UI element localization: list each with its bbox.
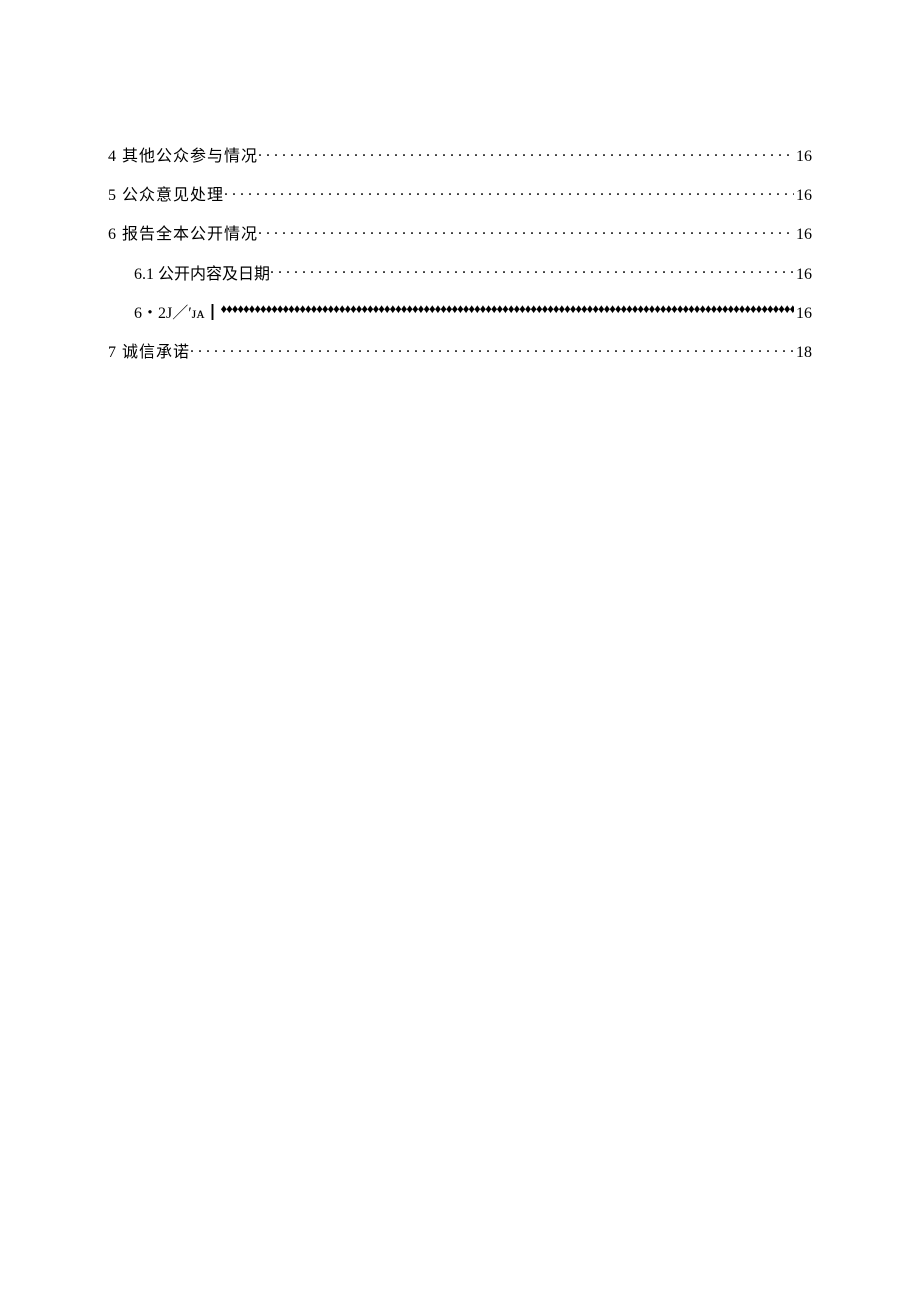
- toc-subentry: 6・2J／′ᴊᴀ┃ 16: [108, 302, 812, 323]
- toc-entry-label-garbled: 6・2J／′ᴊᴀ┃: [134, 304, 221, 323]
- toc-entry-page: 16: [794, 147, 812, 166]
- toc-entry: 5 公众意见处理 16: [108, 184, 812, 205]
- toc-entry-label: 5 公众意见处理: [108, 186, 224, 205]
- document-page: 4 其他公众参与情况 16 5 公众意见处理 16 6 报告全本公开情况 16 …: [0, 0, 920, 362]
- toc-entry-page: 16: [794, 225, 812, 244]
- toc-entry: 6 报告全本公开情况 16: [108, 223, 812, 244]
- toc-leader-dots: [258, 223, 794, 239]
- toc-leader-dots: [258, 145, 794, 161]
- toc-entry-label: 6 报告全本公开情况: [108, 225, 258, 244]
- toc-leader-dots: [190, 341, 794, 357]
- toc-entry: 4 其他公众参与情况 16: [108, 145, 812, 166]
- toc-entry-page: 16: [794, 186, 812, 205]
- toc-leader-diamonds: [221, 302, 794, 318]
- toc-leader-dots: [270, 263, 794, 279]
- toc-entry: 7 诚信承诺 18: [108, 341, 812, 362]
- toc-leader-dots: [224, 184, 794, 200]
- toc-entry-page: 16: [794, 265, 812, 284]
- toc-entry-label: 6.1 公开内容及日期: [134, 265, 270, 284]
- toc-entry-label: 7 诚信承诺: [108, 343, 190, 362]
- toc-subentry: 6.1 公开内容及日期 16: [108, 263, 812, 284]
- toc-entry-page: 18: [794, 343, 812, 362]
- toc-entry-page: 16: [794, 304, 812, 323]
- toc-entry-label: 4 其他公众参与情况: [108, 147, 258, 166]
